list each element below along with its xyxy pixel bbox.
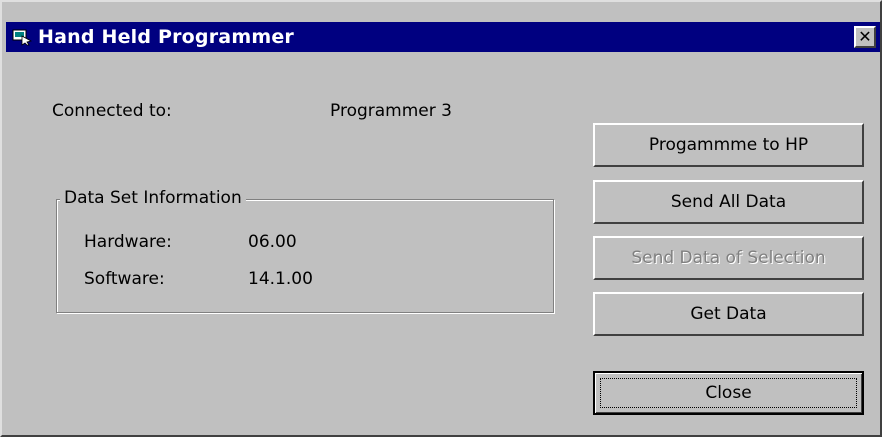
programme-to-hp-button[interactable]: Progammme to HP xyxy=(593,123,864,167)
software-label: Software: xyxy=(84,269,165,289)
close-button[interactable]: Close xyxy=(593,371,864,415)
software-value: 14.1.00 xyxy=(248,269,313,289)
connected-to-label: Connected to: xyxy=(52,101,172,121)
window-close-button[interactable]: ✕ xyxy=(854,26,876,48)
window-title: Hand Held Programmer xyxy=(38,26,294,48)
send-all-data-button[interactable]: Send All Data xyxy=(593,180,864,224)
close-icon: ✕ xyxy=(858,27,872,46)
data-set-information-group xyxy=(56,199,554,313)
data-set-information-title: Data Set Information xyxy=(60,188,246,208)
connected-to-value: Programmer 3 xyxy=(330,101,452,121)
close-button-label: Close xyxy=(705,383,752,403)
send-data-of-selection-button[interactable]: Send Data of Selection xyxy=(593,236,864,280)
hardware-label: Hardware: xyxy=(84,232,172,252)
get-data-button[interactable]: Get Data xyxy=(593,292,864,336)
hardware-value: 06.00 xyxy=(248,232,297,252)
title-bar[interactable]: Hand Held Programmer ✕ xyxy=(6,22,880,52)
programmer-dialog: Hand Held Programmer ✕ Connected to: Pro… xyxy=(0,0,882,437)
hand-held-programmer-icon xyxy=(12,29,32,46)
